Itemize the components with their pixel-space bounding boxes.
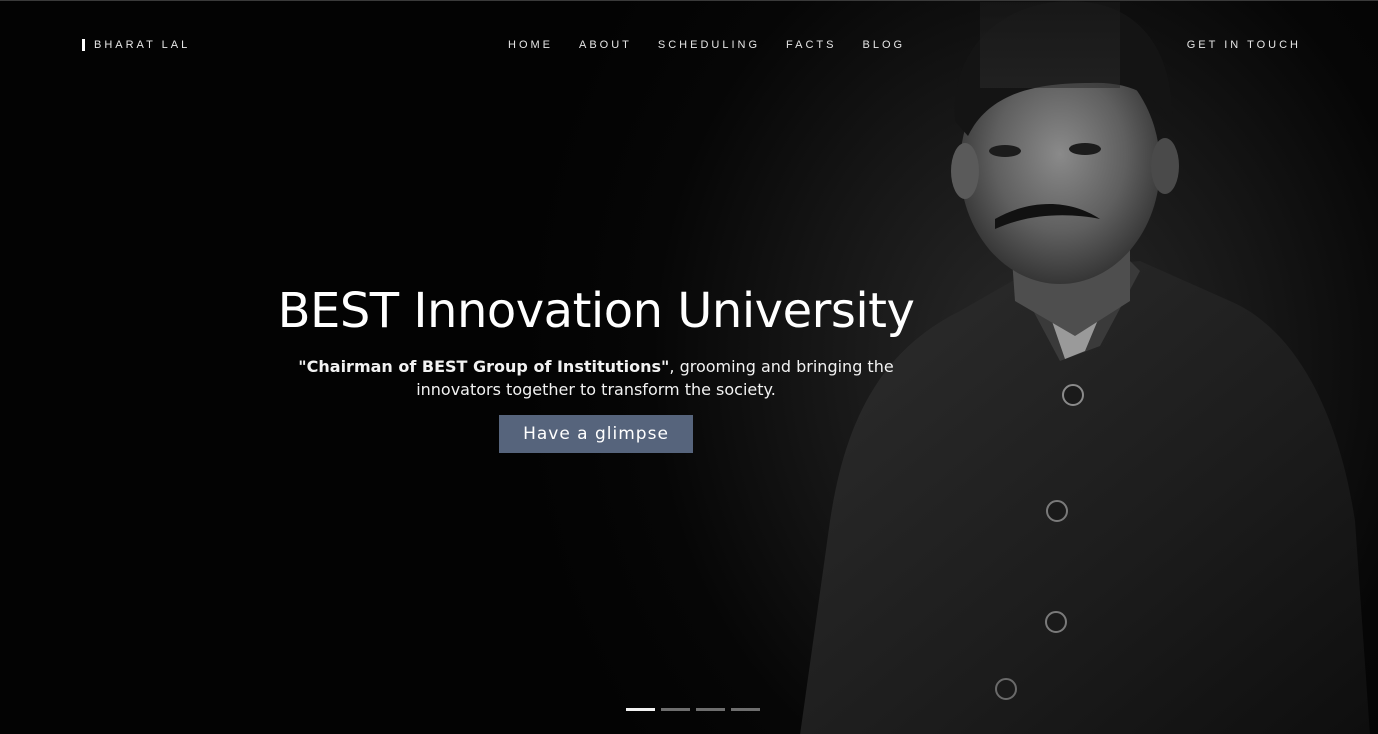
slide-indicator-4[interactable] [731, 708, 760, 711]
slider-indicators [626, 708, 760, 711]
top-navigation: BHARAT LAL HOME ABOUT SCHEDULING FACTS B… [0, 1, 1378, 89]
nav-facts-link[interactable]: FACTS [786, 39, 836, 51]
nav-scheduling-link[interactable]: SCHEDULING [658, 39, 760, 51]
nav-home-link[interactable]: HOME [508, 39, 553, 51]
hero-title: BEST Innovation University [277, 283, 915, 339]
brand-name: BHARAT LAL [94, 39, 191, 51]
slide-indicator-3[interactable] [696, 708, 725, 711]
hero-section: BHARAT LAL HOME ABOUT SCHEDULING FACTS B… [0, 0, 1378, 734]
slide-indicator-1[interactable] [626, 708, 655, 711]
nav-blog-link[interactable]: BLOG [862, 39, 905, 51]
get-in-touch-link[interactable]: GET IN TOUCH [1187, 39, 1301, 51]
have-a-glimpse-button[interactable]: Have a glimpse [499, 415, 693, 453]
slide-indicator-2[interactable] [661, 708, 690, 711]
hero-subtitle-bold: "Chairman of BEST Group of Institutions" [298, 357, 670, 376]
hero-content: BEST Innovation University "Chairman of … [276, 281, 916, 453]
brand-logo[interactable]: BHARAT LAL [82, 39, 190, 51]
main-menu: HOME ABOUT SCHEDULING FACTS BLOG [508, 39, 931, 51]
hero-subtitle: "Chairman of BEST Group of Institutions"… [276, 355, 916, 401]
nav-about-link[interactable]: ABOUT [579, 39, 632, 51]
brand-bar-icon [82, 39, 85, 51]
